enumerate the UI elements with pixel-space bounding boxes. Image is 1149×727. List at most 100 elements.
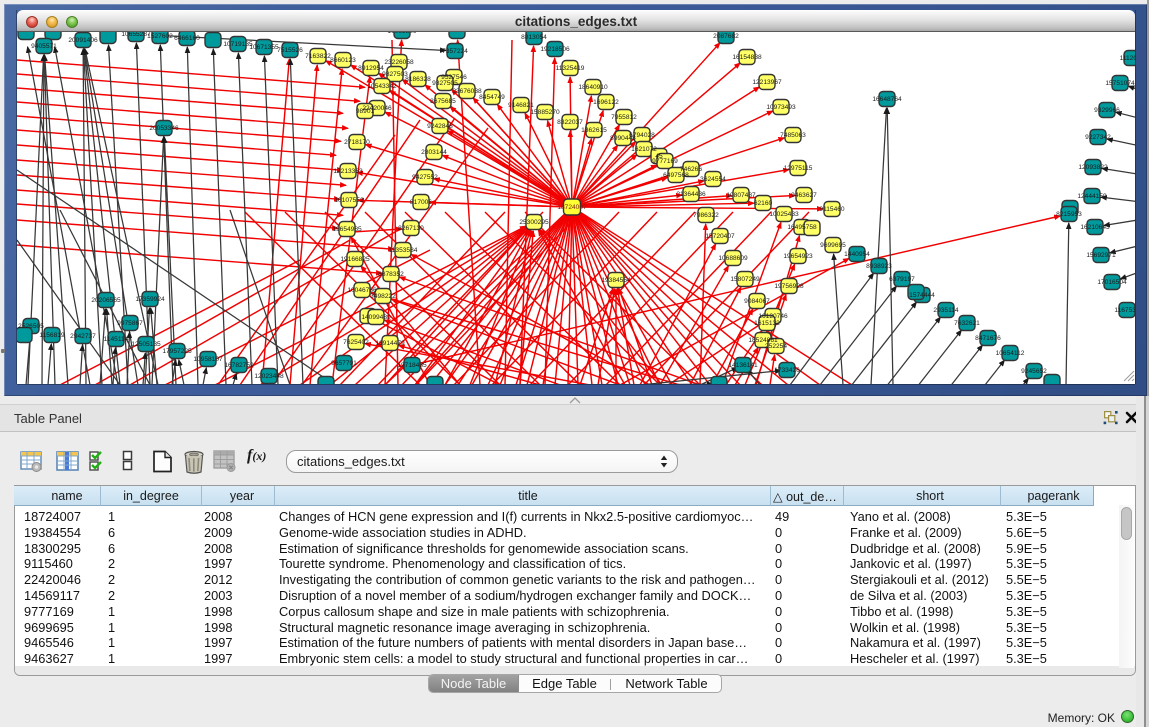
svg-text:1112004: 1112004 xyxy=(1120,55,1135,62)
svg-text:1440954: 1440954 xyxy=(844,251,870,258)
svg-text:20091406: 20091406 xyxy=(68,37,98,44)
svg-text:8186328: 8186328 xyxy=(405,76,431,83)
svg-text:14099489: 14099489 xyxy=(361,314,391,321)
svg-text:1574444: 1574444 xyxy=(909,292,935,299)
svg-text:1145114: 1145114 xyxy=(104,336,129,343)
svg-text:21364436: 21364436 xyxy=(676,191,706,198)
svg-text:19218506: 19218506 xyxy=(540,46,570,53)
svg-text:11325419: 11325419 xyxy=(556,65,585,72)
svg-text:252254: 252254 xyxy=(765,343,787,350)
svg-text:1167534: 1167534 xyxy=(1114,307,1135,314)
svg-text:9657791: 9657791 xyxy=(331,360,357,367)
svg-text:1156819: 1156819 xyxy=(39,332,65,339)
svg-text:8813054: 8813054 xyxy=(521,34,547,41)
svg-text:7485063: 7485063 xyxy=(780,132,806,139)
svg-text:62160: 62160 xyxy=(754,200,773,207)
svg-text:7163822: 7163822 xyxy=(305,53,331,60)
svg-text:7986322: 7986322 xyxy=(693,212,719,219)
svg-text:12975115: 12975115 xyxy=(784,165,813,172)
svg-text:15692971: 15692971 xyxy=(1086,252,1116,259)
svg-text:8660123: 8660123 xyxy=(330,57,356,64)
svg-text:10107552: 10107552 xyxy=(334,197,364,204)
svg-text:1733426: 1733426 xyxy=(774,367,800,374)
svg-text:9405571: 9405571 xyxy=(31,43,57,50)
svg-text:23676038: 23676038 xyxy=(452,88,482,95)
svg-text:6794028: 6794028 xyxy=(629,132,655,139)
svg-text:9329966: 9329966 xyxy=(1094,107,1120,114)
svg-text:15751074: 15751074 xyxy=(1105,80,1135,87)
svg-text:7632621: 7632621 xyxy=(954,320,980,327)
svg-text:8938923: 8938923 xyxy=(866,263,892,270)
svg-text:19718485: 19718485 xyxy=(397,362,427,369)
svg-text:8215953: 8215953 xyxy=(1056,211,1082,218)
svg-text:12444159: 12444159 xyxy=(1077,193,1107,200)
svg-text:9115460: 9115460 xyxy=(819,206,845,213)
svg-text:1362615: 1362615 xyxy=(581,127,607,134)
svg-text:6497568: 6497568 xyxy=(663,172,689,179)
svg-text:1527602: 1527602 xyxy=(147,33,173,40)
svg-text:1621072: 1621072 xyxy=(631,146,657,153)
svg-text:25300295: 25300295 xyxy=(519,219,549,226)
svg-text:19166825: 19166825 xyxy=(340,256,370,263)
svg-text:19654923: 19654923 xyxy=(783,253,813,260)
svg-text:8878352: 8878352 xyxy=(378,271,404,278)
svg-text:17957225: 17957225 xyxy=(162,348,192,355)
svg-text:16782759: 16782759 xyxy=(224,362,254,369)
svg-text:10958107: 10958107 xyxy=(193,356,223,363)
svg-text:10973493: 10973493 xyxy=(766,104,796,111)
svg-text:8675685: 8675685 xyxy=(430,98,456,105)
svg-text:9777169: 9777169 xyxy=(652,158,678,165)
svg-text:10688609: 10688609 xyxy=(718,255,748,262)
svg-text:15885270: 15885270 xyxy=(530,109,560,116)
svg-text:19756928: 19756928 xyxy=(774,283,804,290)
svg-text:7625402: 7625402 xyxy=(343,339,369,346)
svg-text:2718170: 2718170 xyxy=(344,139,370,146)
svg-text:16648764: 16648764 xyxy=(872,96,902,103)
svg-text:10025433: 10025433 xyxy=(769,211,799,218)
svg-text:2942737: 2942737 xyxy=(70,333,96,340)
svg-text:17359924: 17359924 xyxy=(135,296,165,303)
svg-text:12505135: 12505135 xyxy=(131,341,161,348)
svg-text:20206565: 20206565 xyxy=(91,297,121,304)
svg-text:15720407: 15720407 xyxy=(705,233,735,240)
svg-text:2803144: 2803144 xyxy=(421,149,447,156)
svg-text:12213967: 12213967 xyxy=(752,79,782,86)
svg-text:19384554: 19384554 xyxy=(601,277,631,284)
svg-text:12023448: 12023448 xyxy=(254,373,284,380)
svg-text:8471676: 8471676 xyxy=(975,335,1001,342)
svg-text:9975867: 9975867 xyxy=(117,320,143,327)
svg-text:11353584: 11353584 xyxy=(389,247,418,254)
svg-text:16053809: 16053809 xyxy=(387,32,417,35)
svg-text:15807249: 15807249 xyxy=(730,276,760,283)
svg-text:16210643: 16210643 xyxy=(1080,224,1110,231)
svg-text:7357224: 7357224 xyxy=(442,48,468,55)
svg-text:20053346: 20053346 xyxy=(149,125,179,132)
svg-text:10543342: 10543342 xyxy=(367,83,397,90)
svg-text:2526505: 2526505 xyxy=(18,323,44,330)
svg-text:19654985: 19654985 xyxy=(332,226,362,233)
svg-text:7955812: 7955812 xyxy=(611,114,637,121)
svg-text:9242848: 9242848 xyxy=(427,123,453,130)
svg-text:9463627: 9463627 xyxy=(791,192,817,199)
svg-text:14136141: 14136141 xyxy=(728,362,758,369)
svg-text:10654112: 10654112 xyxy=(996,350,1025,357)
svg-text:12213363: 12213363 xyxy=(333,168,363,175)
svg-text:2087682: 2087682 xyxy=(713,33,739,40)
svg-text:9146821: 9146821 xyxy=(508,102,534,109)
svg-text:9227342: 9227342 xyxy=(1085,134,1111,141)
svg-text:9245652: 9245652 xyxy=(1021,368,1047,375)
svg-text:9427552: 9427552 xyxy=(412,174,438,181)
svg-text:23226058: 23226058 xyxy=(384,59,414,66)
svg-text:7515526: 7515526 xyxy=(277,47,303,54)
svg-text:1615132: 1615132 xyxy=(754,320,780,327)
svg-text:8454749: 8454749 xyxy=(479,94,505,101)
svg-text:6379197: 6379197 xyxy=(889,276,915,283)
svg-text:817006: 817006 xyxy=(410,199,432,206)
svg-text:3624554: 3624554 xyxy=(700,176,726,183)
svg-text:8322037: 8322037 xyxy=(557,119,583,126)
svg-text:16154838: 16154838 xyxy=(732,54,762,61)
svg-text:9327505: 9327505 xyxy=(432,80,458,87)
svg-text:2935114: 2935114 xyxy=(933,307,959,314)
svg-text:6466160: 6466160 xyxy=(174,35,200,42)
svg-text:16120746: 16120746 xyxy=(758,313,788,320)
